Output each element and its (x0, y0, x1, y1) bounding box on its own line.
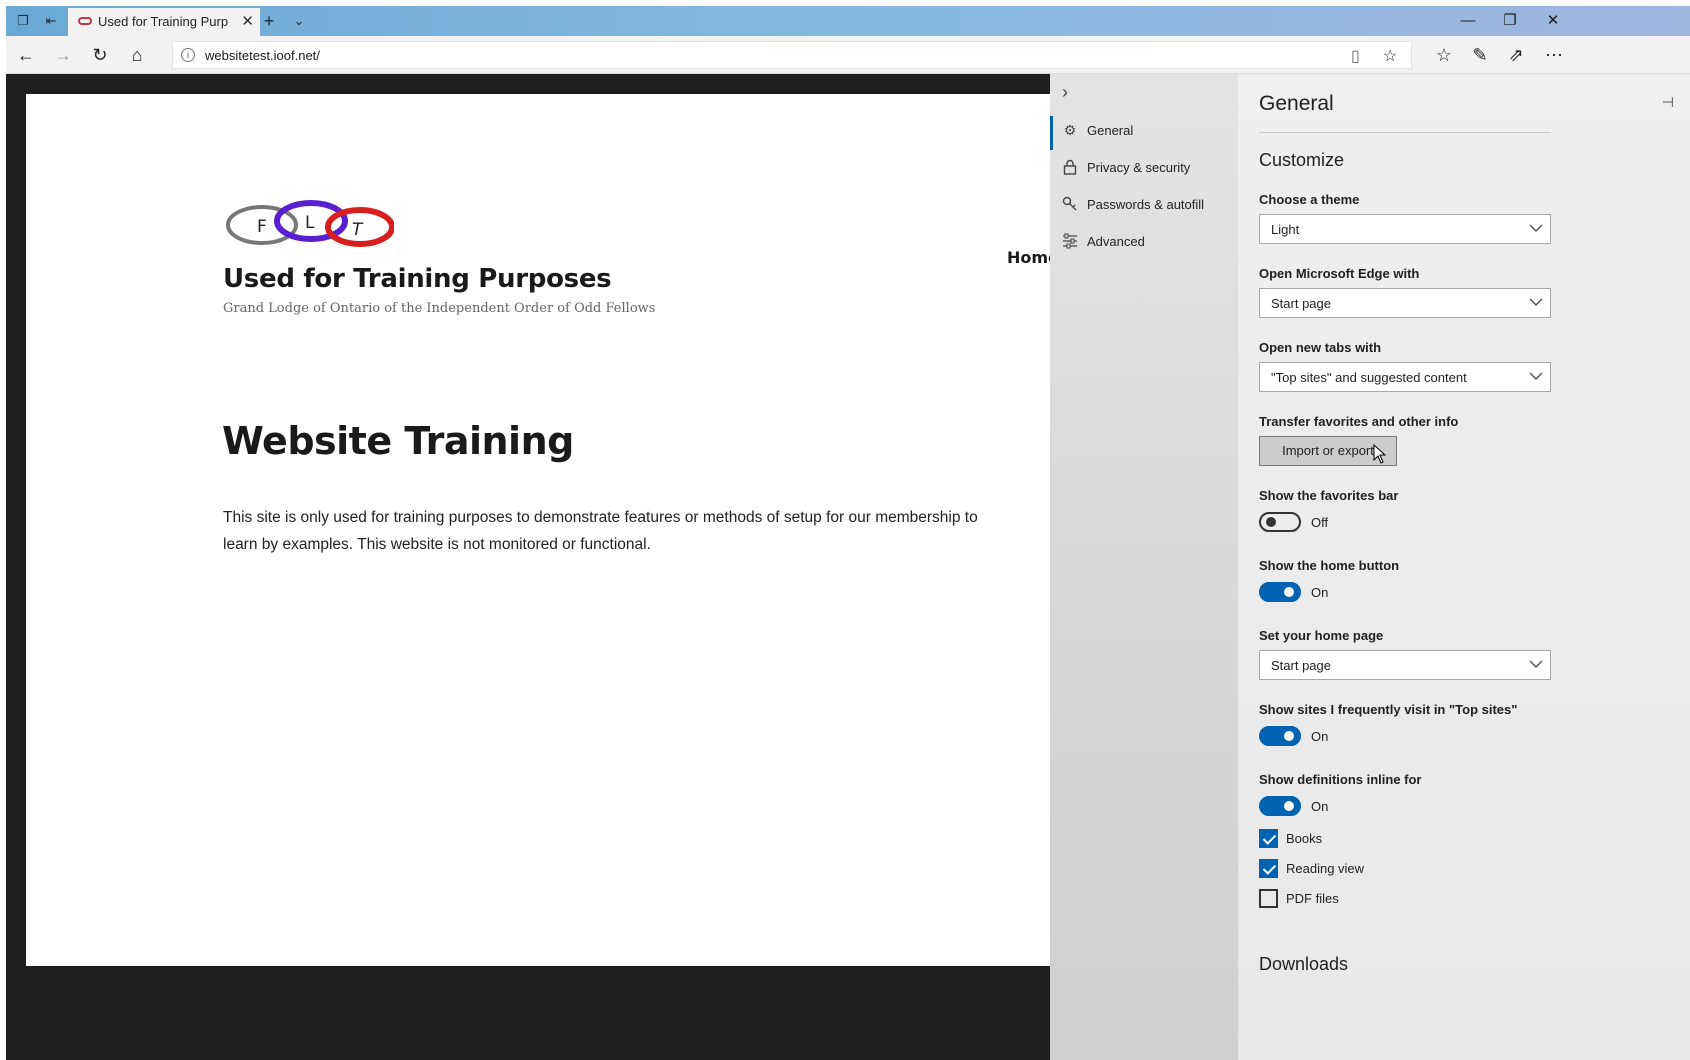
forward-icon[interactable]: → (51, 44, 75, 66)
downloads-heading: Downloads (1259, 954, 1349, 974)
reading-view-icon[interactable]: ▯ (1351, 46, 1360, 66)
key-icon (1062, 196, 1078, 212)
restore-icon[interactable]: ❐ (1490, 10, 1530, 32)
toggle-knob (1266, 517, 1276, 527)
web-page: F L T Used for Training Purposes Grand L… (26, 94, 1050, 966)
page-headline: Website Training (222, 419, 574, 463)
home-button-label: Show the home button (1259, 558, 1400, 573)
home-page-select[interactable]: Start page (1259, 650, 1551, 680)
lock-icon (1062, 159, 1078, 175)
new-tabs-label: Open new tabs with (1259, 340, 1382, 355)
site-title[interactable]: Used for Training Purposes (223, 264, 612, 294)
title-bar: ❐ ⇤ Used for Training Purpo ✕ + ⌄ — ❐ ✕ (6, 6, 1690, 36)
refresh-icon[interactable]: ↻ (88, 44, 112, 66)
chevron-down-icon (1529, 224, 1543, 232)
definitions-toggle[interactable] (1259, 796, 1301, 816)
definitions-label: Show definitions inline for (1259, 772, 1422, 787)
top-sites-label: Show sites I frequently visit in "Top si… (1259, 702, 1518, 717)
tab-actions-icon[interactable]: ❐ (14, 12, 32, 30)
reading-view-checkbox[interactable] (1259, 859, 1278, 878)
navigation-bar: ← → ↻ ⌂ i websitetest.ioof.net/ ▯ ☆ ☆ ✎ … (6, 36, 1690, 74)
home-icon[interactable]: ⌂ (125, 44, 149, 66)
toggle-knob (1284, 587, 1294, 597)
definitions-state: On (1311, 799, 1329, 814)
open-with-select[interactable]: Start page (1259, 288, 1551, 318)
pdf-files-label: PDF files (1286, 891, 1339, 906)
logo-letter-t: T (352, 220, 364, 240)
settings-nav-label: Passwords & autofill (1087, 197, 1205, 212)
page-paragraph: This site is only used for training purp… (223, 509, 978, 553)
settings-title: General (1259, 92, 1334, 115)
settings-nav-pane: › ⚙ General Privacy & security Passwords… (1050, 74, 1238, 1060)
favorites-hub-icon[interactable]: ☆ (1432, 44, 1456, 66)
top-sites-toggle[interactable] (1259, 726, 1301, 746)
logo-letter-f: F (257, 217, 267, 237)
site-logo[interactable]: F L T (224, 199, 394, 249)
tab-title: Used for Training Purpo (98, 14, 228, 29)
logo-letter-l: L (305, 213, 315, 233)
settings-nav-label: General (1087, 123, 1134, 138)
favorites-bar-label: Show the favorites bar (1259, 488, 1399, 503)
mouse-cursor-icon (1373, 444, 1387, 464)
sliders-icon (1062, 233, 1078, 249)
tab-favicon-icon (78, 17, 92, 25)
back-icon[interactable]: ← (14, 44, 38, 66)
new-tab-icon[interactable]: + (260, 12, 278, 30)
books-label: Books (1286, 831, 1323, 846)
collapse-chevron-icon[interactable]: › (1062, 82, 1068, 103)
chevron-down-icon (1529, 372, 1543, 380)
home-button-toggle[interactable] (1259, 582, 1301, 602)
customize-heading: Customize (1259, 150, 1345, 170)
pin-icon[interactable]: ⊣ (1662, 94, 1674, 111)
toggle-knob (1284, 801, 1294, 811)
transfer-label: Transfer favorites and other info (1259, 414, 1459, 429)
site-subtitle: Grand Lodge of Ontario of the Independen… (223, 301, 656, 316)
browser-window: ❐ ⇤ Used for Training Purpo ✕ + ⌄ — ❐ ✕ … (6, 6, 1690, 1060)
close-window-icon[interactable]: ✕ (1533, 10, 1573, 32)
open-with-label: Open Microsoft Edge with (1259, 266, 1420, 281)
theme-select[interactable]: Light (1259, 214, 1551, 244)
settings-nav-privacy[interactable]: Privacy & security (1050, 149, 1238, 183)
settings-nav-passwords[interactable]: Passwords & autofill (1050, 186, 1238, 220)
address-bar[interactable]: i websitetest.ioof.net/ ▯ ☆ (172, 41, 1412, 69)
books-checkbox[interactable] (1259, 829, 1278, 848)
home-page-label: Set your home page (1259, 628, 1384, 643)
theme-value: Light (1271, 222, 1300, 237)
new-tabs-value: "Top sites" and suggested content (1271, 370, 1467, 385)
home-button-state: On (1311, 585, 1329, 600)
new-tabs-select[interactable]: "Top sites" and suggested content (1259, 362, 1551, 392)
close-tab-icon[interactable]: ✕ (241, 12, 254, 30)
chevron-down-icon (1529, 298, 1543, 306)
settings-nav-advanced[interactable]: Advanced (1050, 223, 1238, 257)
more-menu-icon[interactable]: ⋯ (1542, 44, 1566, 66)
active-tab[interactable]: Used for Training Purpo ✕ (68, 8, 260, 36)
favorites-bar-state: Off (1311, 515, 1329, 530)
chevron-down-icon (1529, 660, 1543, 668)
reading-view-label: Reading view (1286, 861, 1365, 876)
pdf-files-checkbox[interactable] (1259, 889, 1278, 908)
settings-nav-label: Privacy & security (1087, 160, 1191, 175)
web-note-icon[interactable]: ✎ (1468, 44, 1492, 66)
nav-home-link[interactable]: Home (1007, 248, 1050, 267)
settings-nav-label: Advanced (1087, 234, 1145, 249)
open-with-value: Start page (1271, 296, 1331, 311)
favorites-bar-toggle[interactable] (1259, 512, 1301, 532)
theme-label: Choose a theme (1259, 192, 1360, 207)
home-page-value: Start page (1271, 658, 1331, 673)
site-info-icon[interactable]: i (181, 48, 195, 62)
minimize-icon[interactable]: — (1448, 10, 1488, 32)
share-icon[interactable]: ⇗ (1504, 44, 1528, 66)
set-tabs-aside-icon[interactable]: ⇤ (42, 12, 60, 30)
title-divider (1259, 132, 1551, 133)
tab-list-chevron-icon[interactable]: ⌄ (290, 12, 308, 30)
favorite-star-icon[interactable]: ☆ (1383, 46, 1397, 66)
address-text[interactable]: websitetest.ioof.net/ (205, 48, 320, 63)
toggle-knob (1284, 731, 1294, 741)
gear-icon: ⚙ (1063, 122, 1077, 138)
top-sites-state: On (1311, 729, 1329, 744)
settings-nav-general[interactable]: ⚙ General (1050, 112, 1238, 150)
settings-panel: General ⊣ Customize Choose a theme Light… (1238, 74, 1690, 1060)
